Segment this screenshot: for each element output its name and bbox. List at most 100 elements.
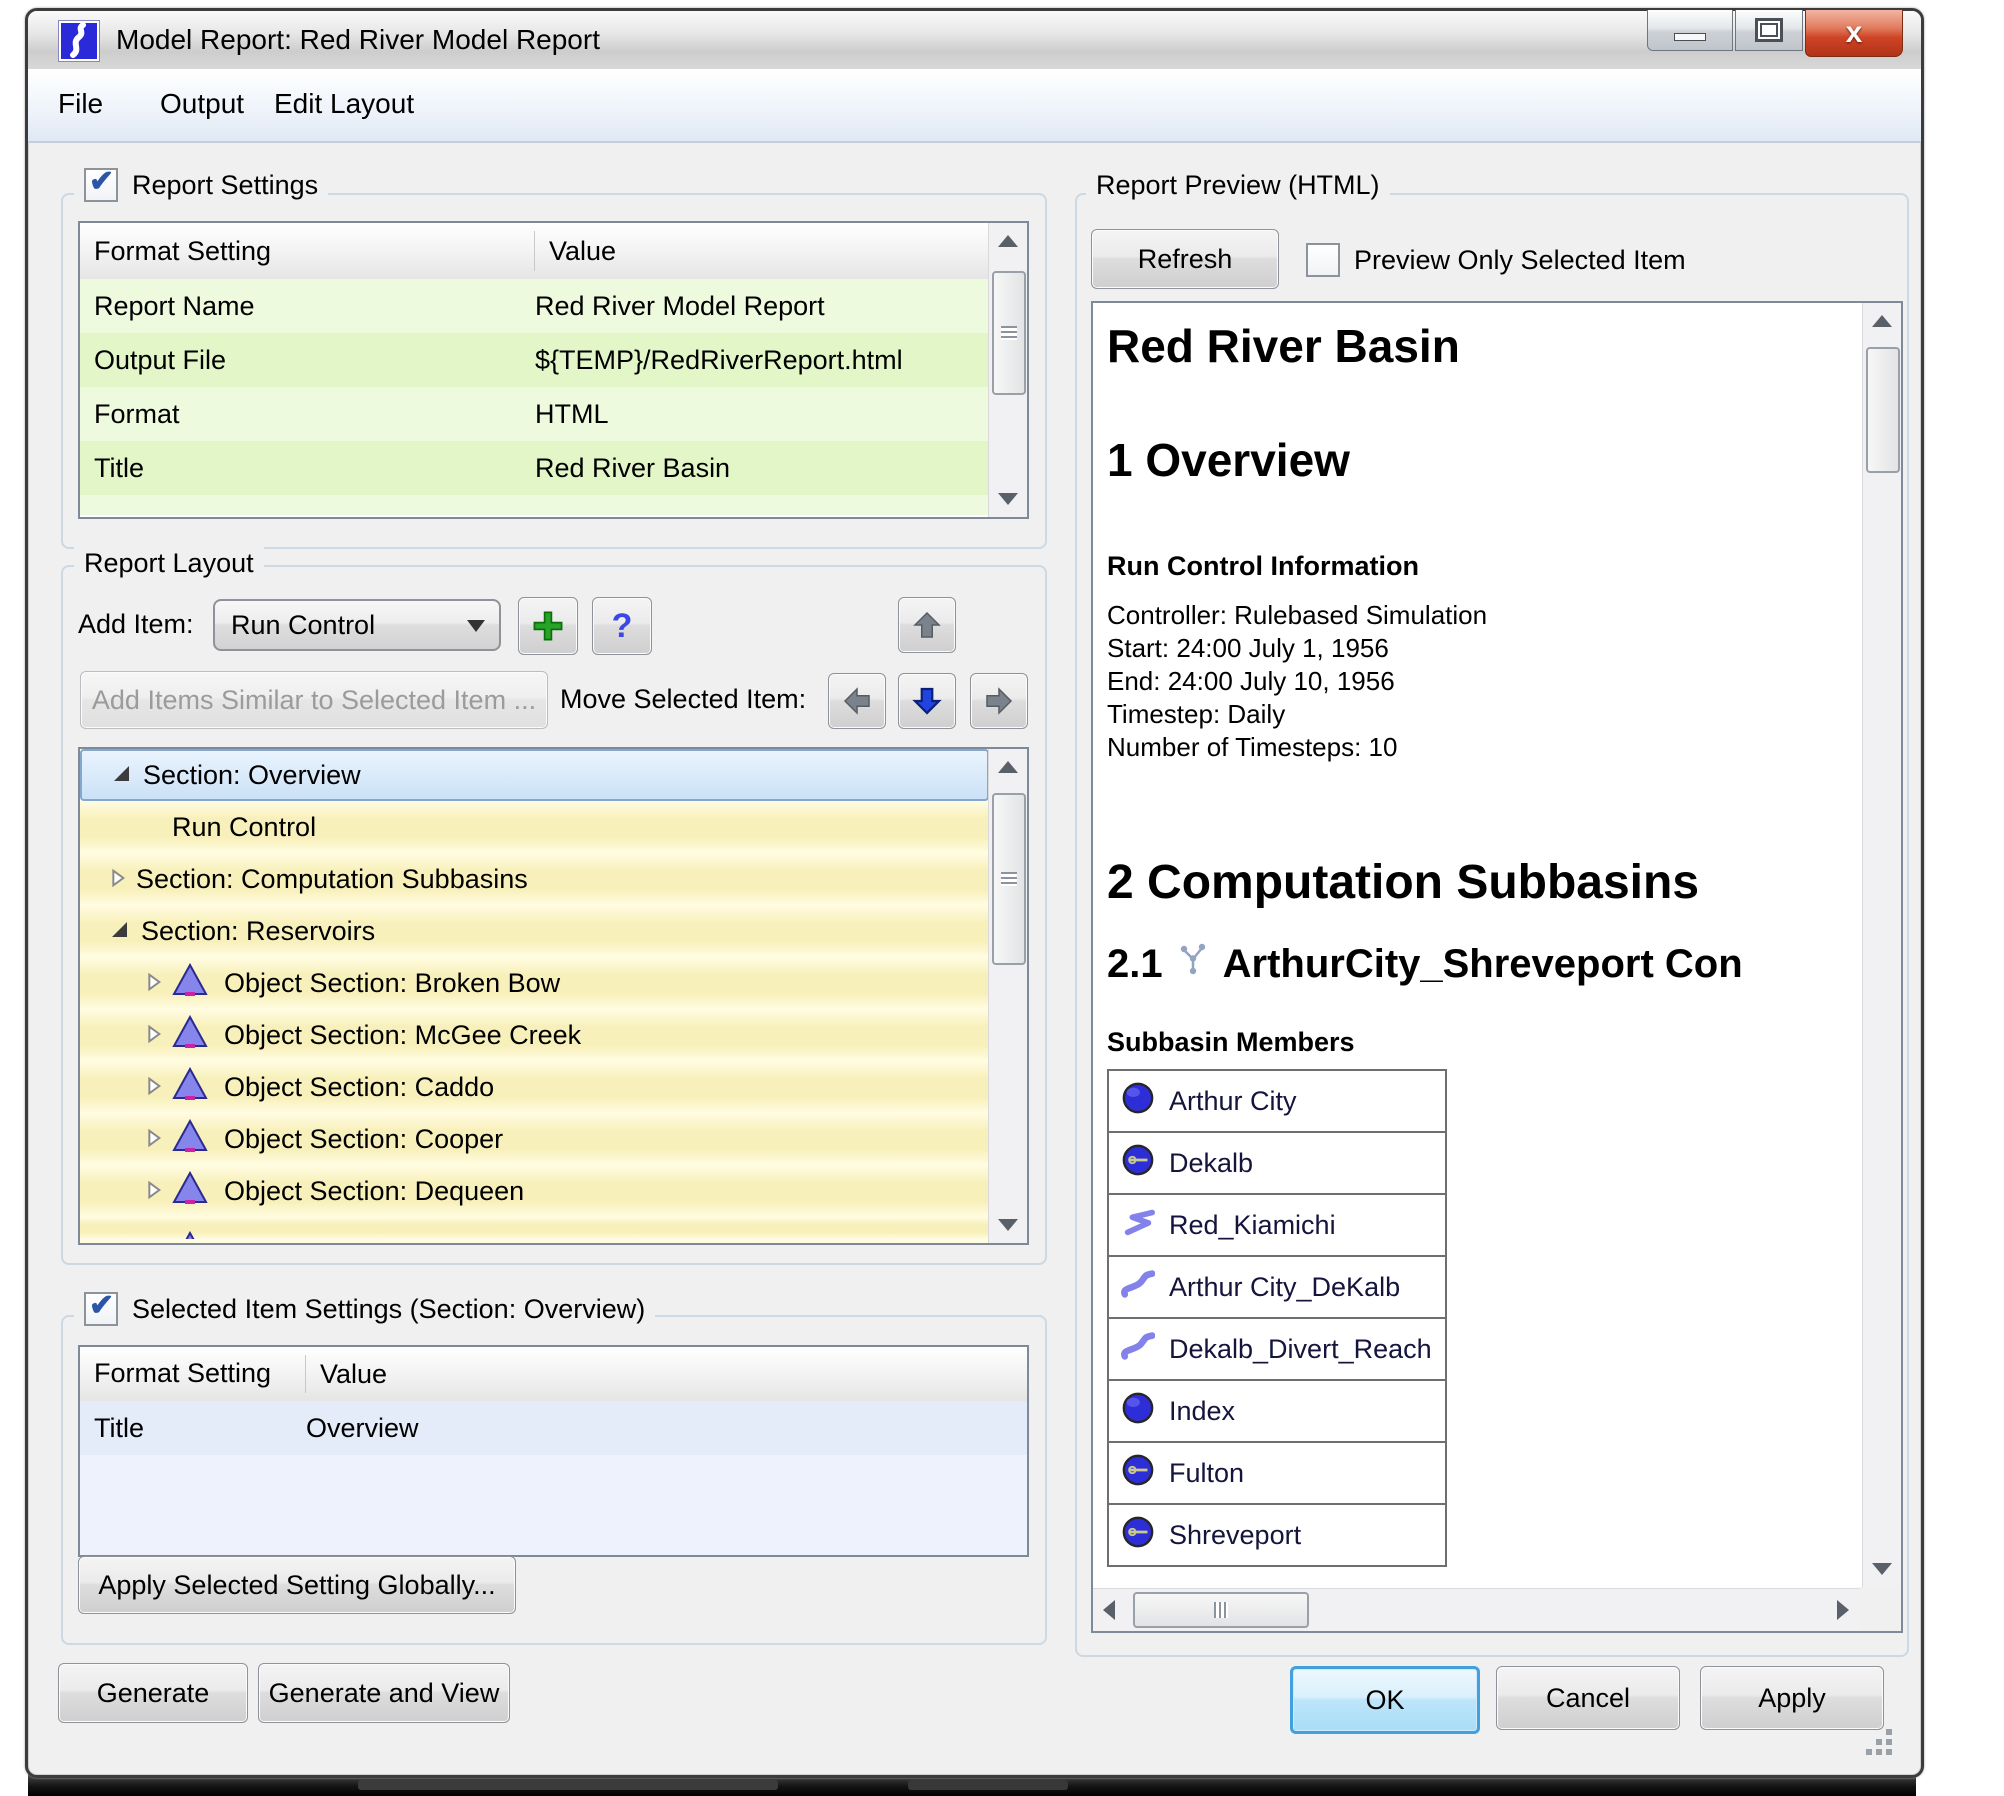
setting-value[interactable]: ${TEMP}/RedRiverReport.html: [535, 345, 903, 376]
tree-item-label: Section: Reservoirs: [141, 916, 375, 947]
scroll-right-icon[interactable]: [1837, 1600, 1849, 1620]
preview-vertical-scrollbar[interactable]: [1862, 303, 1901, 1587]
tree-item-object-cooper[interactable]: Object Section: Cooper: [80, 1113, 989, 1165]
menu-output[interactable]: Output: [152, 69, 252, 139]
report-settings-checkbox[interactable]: [84, 168, 118, 202]
subbasin-members-heading: Subbasin Members: [1107, 1027, 1355, 1058]
table-row[interactable]: Report Name Red River Model Report: [80, 279, 989, 333]
refresh-button[interactable]: Refresh: [1091, 229, 1279, 289]
tree-item-run-control[interactable]: Run Control: [80, 801, 989, 853]
report-preview-group-label: Report Preview (HTML): [1086, 163, 1390, 207]
report-layout-label: Report Layout: [84, 548, 254, 579]
table-row[interactable]: Title Overview: [80, 1401, 1027, 1455]
gage-object-icon: [1121, 1453, 1155, 1494]
column-header-value[interactable]: Value: [535, 236, 616, 267]
arrow-up-icon: [912, 610, 942, 640]
level-object-icon: [1121, 1391, 1155, 1432]
setting-value[interactable]: Red River Basin: [535, 453, 730, 484]
collapsed-icon[interactable]: [146, 1124, 162, 1155]
table-row[interactable]: Output File ${TEMP}/RedRiverReport.html: [80, 333, 989, 387]
setting-name[interactable]: Report Name: [80, 291, 535, 322]
column-header-format-setting[interactable]: Format Setting: [80, 231, 535, 270]
tree-item-section-computation-subbasins[interactable]: Section: Computation Subbasins: [80, 853, 989, 905]
window-controls: x: [1647, 10, 1903, 57]
run-control-line: Number of Timesteps: 10: [1107, 731, 1487, 764]
tree-item-object-mcgee-creek[interactable]: Object Section: McGee Creek: [80, 1009, 989, 1061]
setting-value[interactable]: HTML: [535, 399, 609, 430]
tree-item-object-caddo[interactable]: Object Section: Caddo: [80, 1061, 989, 1113]
setting-name[interactable]: Output File: [80, 345, 535, 376]
close-button[interactable]: x: [1805, 10, 1903, 57]
settings-vertical-scrollbar[interactable]: [988, 223, 1027, 517]
apply-globally-label: Apply Selected Setting Globally...: [98, 1570, 495, 1601]
expanded-icon[interactable]: [112, 922, 127, 937]
add-similar-items-button[interactable]: Add Items Similar to Selected Item ...: [80, 671, 548, 729]
scroll-down-icon[interactable]: [998, 493, 1018, 505]
move-down-button[interactable]: [898, 673, 956, 729]
menu-edit-layout[interactable]: Edit Layout: [266, 69, 422, 139]
scroll-up-icon[interactable]: [998, 761, 1018, 773]
scroll-up-icon[interactable]: [1872, 315, 1892, 327]
collapsed-icon[interactable]: [146, 1020, 162, 1051]
run-control-info-heading: Run Control Information: [1107, 551, 1419, 582]
setting-value[interactable]: Overview: [306, 1413, 419, 1444]
table-filler-row: [80, 495, 989, 515]
tree-item-partial[interactable]: [80, 1217, 989, 1239]
settings-table-header[interactable]: Format Setting Value: [80, 1347, 1027, 1403]
column-header-format-setting[interactable]: Format Setting: [80, 1355, 306, 1393]
apply-button[interactable]: Apply: [1700, 1666, 1884, 1730]
preview-only-checkbox[interactable]: [1306, 243, 1340, 277]
report-preview-pane[interactable]: Red River Basin 1 Overview Run Control I…: [1091, 301, 1903, 1633]
setting-name[interactable]: Format: [80, 399, 535, 430]
expanded-icon[interactable]: [114, 766, 129, 781]
scroll-down-icon[interactable]: [998, 1219, 1018, 1231]
minimize-button[interactable]: [1647, 10, 1733, 51]
resize-grip[interactable]: [1866, 1749, 1872, 1755]
ok-label: OK: [1365, 1685, 1404, 1716]
setting-name[interactable]: Title: [80, 453, 535, 484]
collapsed-icon[interactable]: [146, 1072, 162, 1103]
reservoir-icon: [172, 1067, 208, 1108]
add-item-button[interactable]: [518, 597, 578, 655]
settings-table-header[interactable]: Format Setting Value: [80, 223, 989, 281]
scrollbar-thumb[interactable]: [992, 793, 1026, 965]
scrollbar-thumb[interactable]: [1866, 347, 1900, 473]
column-header-value[interactable]: Value: [306, 1359, 387, 1390]
report-preview-label: Report Preview (HTML): [1096, 170, 1380, 201]
tree-item-section-reservoirs[interactable]: Section: Reservoirs: [80, 905, 989, 957]
scroll-left-icon[interactable]: [1103, 1600, 1115, 1620]
preview-overview-heading: 1 Overview: [1107, 433, 1350, 487]
collapsed-icon[interactable]: [146, 968, 162, 999]
menu-file[interactable]: File: [50, 69, 111, 139]
titlebar[interactable]: Model Report: Red River Model Report x: [28, 11, 1921, 70]
scroll-down-icon[interactable]: [1872, 1563, 1892, 1575]
table-row[interactable]: Format HTML: [80, 387, 989, 441]
preview-horizontal-scrollbar[interactable]: [1093, 1588, 1859, 1631]
tree-item-label: Object Section: Cooper: [224, 1124, 503, 1155]
tree-vertical-scrollbar[interactable]: [988, 749, 1027, 1243]
tree-item-object-dequeen[interactable]: Object Section: Dequeen: [80, 1165, 989, 1217]
generate-and-view-button[interactable]: Generate and View: [258, 1663, 510, 1723]
apply-selected-setting-globally-button[interactable]: Apply Selected Setting Globally...: [78, 1556, 516, 1614]
add-item-combobox[interactable]: Run Control: [213, 599, 501, 651]
table-row[interactable]: Title Red River Basin: [80, 441, 989, 495]
restore-button[interactable]: [1735, 10, 1803, 51]
move-up-button[interactable]: [898, 597, 956, 653]
scroll-up-icon[interactable]: [998, 235, 1018, 247]
generate-button[interactable]: Generate: [58, 1663, 248, 1723]
help-button[interactable]: ?: [592, 597, 652, 655]
scrollbar-thumb[interactable]: [992, 271, 1026, 395]
move-left-button[interactable]: [828, 673, 886, 729]
tree-item-object-broken-bow[interactable]: Object Section: Broken Bow: [80, 957, 989, 1009]
move-right-button[interactable]: [970, 673, 1028, 729]
tree-item-label: Run Control: [172, 812, 316, 843]
scrollbar-thumb[interactable]: [1133, 1592, 1309, 1628]
collapsed-icon[interactable]: [146, 1176, 162, 1207]
setting-value[interactable]: Red River Model Report: [535, 291, 825, 322]
ok-button[interactable]: OK: [1290, 1666, 1480, 1734]
tree-item-section-overview[interactable]: Section: Overview: [80, 749, 989, 801]
collapsed-icon[interactable]: [110, 864, 126, 895]
setting-name[interactable]: Title: [80, 1413, 306, 1444]
cancel-button[interactable]: Cancel: [1496, 1666, 1680, 1730]
selected-item-settings-checkbox[interactable]: [84, 1292, 118, 1326]
